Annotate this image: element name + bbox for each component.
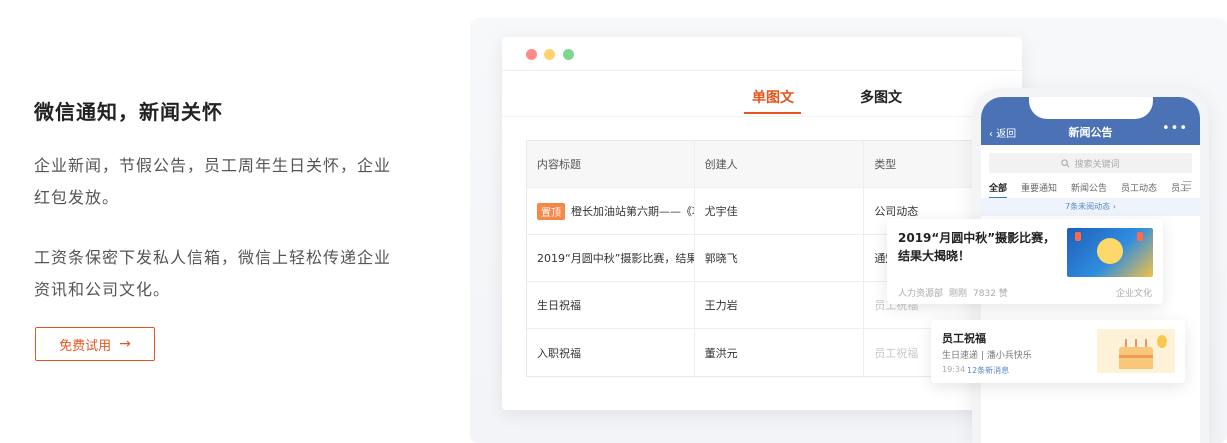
window-titlebar <box>502 37 1022 71</box>
active-tab-indicator <box>744 112 801 114</box>
row-creator: 尤宇佳 <box>695 188 865 234</box>
category-tab-all[interactable]: 全部 <box>989 181 1008 199</box>
moon-illustration-icon <box>1097 238 1123 264</box>
phone-search-input[interactable]: 搜索关键词 <box>989 153 1192 173</box>
more-options-icon[interactable]: ••• <box>1162 121 1188 136</box>
news-card-category: 企业文化 <box>1115 289 1152 299</box>
search-placeholder: 搜索关键词 <box>1074 159 1120 170</box>
greeting-card-new-messages: 12条新消息 <box>967 366 1010 375</box>
candle-icon <box>1145 339 1147 347</box>
row-title-cell: 置顶 橙长加油站第六期——《项... <box>527 188 695 234</box>
row-creator: 郭晓飞 <box>695 235 865 281</box>
window-close-dot-icon <box>526 49 537 60</box>
window-maximize-dot-icon <box>563 49 574 60</box>
row-title: 入职祝福 <box>527 329 695 376</box>
table-header-row: 内容标题 创建人 类型 <box>527 141 1022 188</box>
row-title: 2019“月圆中秋”摄影比赛，结果大... <box>527 235 695 281</box>
phone-category-tabs: 全部 重要通知 新闻公告 员工动态 员工 <box>989 181 1199 199</box>
row-creator: 董洪元 <box>695 329 865 376</box>
menu-icon[interactable]: ☰ <box>1182 179 1192 192</box>
arrow-right-icon: → <box>119 336 131 352</box>
free-trial-label: 免费试用 <box>59 338 112 354</box>
feature-headline: 微信通知，新闻关怀 <box>34 100 223 124</box>
greeting-card-subtitle: 生日速递 | 潘小兵快乐 <box>942 351 1032 361</box>
news-card-meta: 人力资源部 刚刚 7832 赞 <box>898 286 1008 299</box>
category-tab-news[interactable]: 新闻公告 <box>1071 181 1107 194</box>
row-title: 橙长加油站第六期——《项... <box>571 205 694 218</box>
news-card-thumbnail <box>1067 228 1153 277</box>
news-card[interactable]: 2019“月圆中秋”摄影比赛，结果大揭晓！ 人力资源部 刚刚 7832 赞 企业… <box>887 219 1163 304</box>
balloon-icon <box>1157 335 1167 348</box>
column-header-creator: 创建人 <box>695 141 865 187</box>
tab-multi-article[interactable]: 多图文 <box>860 87 902 107</box>
greeting-card-thumbnail <box>1097 329 1175 373</box>
news-card-title: 2019“月圆中秋”摄影比赛，结果大揭晓！ <box>898 231 1056 263</box>
tabs-divider <box>502 116 1022 117</box>
news-card-likes: 7832 赞 <box>973 289 1008 299</box>
window-minimize-dot-icon <box>544 49 555 60</box>
tab-single-article[interactable]: 单图文 <box>752 87 794 107</box>
unread-banner[interactable]: 7条未阅动态 › <box>981 198 1200 216</box>
lantern-icon <box>1137 232 1143 241</box>
column-header-title: 内容标题 <box>527 141 695 187</box>
candle-icon <box>1125 339 1127 347</box>
greeting-card-time: 19:34 <box>942 365 966 374</box>
row-creator: 王力岩 <box>695 282 865 328</box>
news-card-dept: 人力资源部 <box>898 289 944 299</box>
lantern-icon <box>1075 232 1081 241</box>
free-trial-button[interactable]: 免费试用 → <box>35 327 155 361</box>
birthday-cake-icon <box>1119 347 1153 369</box>
greeting-card-title: 员工祝福 <box>942 332 986 345</box>
search-icon <box>1061 158 1070 167</box>
pinned-badge: 置顶 <box>537 202 565 220</box>
category-tab-staff-news[interactable]: 员工动态 <box>1121 181 1157 194</box>
feature-description-2: 工资条保密下发私人信箱，微信上轻松传递企业资讯和公司文化。 <box>34 248 392 299</box>
category-tab-important[interactable]: 重要通知 <box>1021 181 1057 194</box>
phone-header: ‹ 返回 新闻公告 ••• <box>981 97 1200 145</box>
feature-description-1: 企业新闻，节假公告，员工周年生日关怀，企业红包发放。 <box>34 156 392 207</box>
row-title: 生日祝福 <box>527 282 695 328</box>
news-card-time: 刚刚 <box>949 289 968 299</box>
greeting-card[interactable]: 员工祝福 生日速递 | 潘小兵快乐 19:34 12条新消息 <box>931 320 1185 383</box>
candle-icon <box>1135 339 1137 347</box>
phone-notch <box>1029 97 1153 119</box>
